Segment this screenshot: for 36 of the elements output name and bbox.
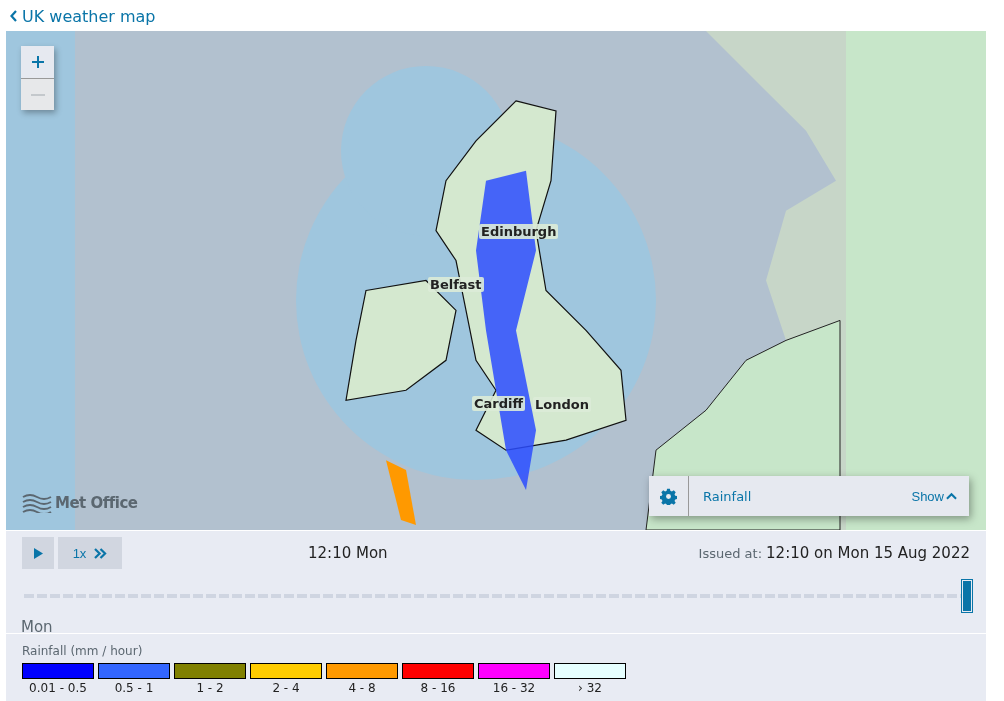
timeline-handle[interactable] <box>962 580 972 612</box>
day-label: Mon <box>21 618 53 636</box>
plus-icon <box>30 55 45 69</box>
legend-label: 4 - 8 <box>348 681 376 695</box>
play-button[interactable] <box>22 537 54 569</box>
zoom-in-button[interactable] <box>21 46 54 78</box>
legend-label: › 32 <box>578 681 602 695</box>
city-label: London <box>533 397 591 412</box>
layer-name: Rainfall <box>703 488 753 504</box>
issued-time: 12:10 on Mon 15 Aug 2022 <box>766 544 970 562</box>
legend-label: 8 - 16 <box>420 681 456 695</box>
minus-icon <box>30 93 45 96</box>
chevron-up-icon <box>946 492 957 500</box>
legend-label: 2 - 4 <box>272 681 300 695</box>
back-link[interactable]: UK weather map <box>10 5 156 27</box>
logo-text: Met Office <box>55 494 138 512</box>
legend-label: 0.01 - 0.5 <box>29 681 87 695</box>
chevron-left-icon <box>10 10 18 22</box>
settings-button[interactable] <box>649 476 689 516</box>
current-time: 12:10 Mon <box>308 544 388 562</box>
zoom-out-button[interactable] <box>21 78 54 110</box>
legend-label: 0.5 - 1 <box>114 681 154 695</box>
legend-label: 16 - 32 <box>492 681 536 695</box>
issued-label: Issued at: <box>698 546 763 561</box>
legend-title: Rainfall (mm / hour) <box>22 644 144 658</box>
city-label: Belfast <box>428 277 484 292</box>
play-icon <box>33 547 43 559</box>
show-button[interactable]: Show <box>911 488 957 504</box>
weather-map[interactable]: Edinburgh Belfast Cardiff London Met Office Rainfall Show <box>6 31 986 530</box>
waves-icon <box>22 493 52 513</box>
city-label: Cardiff <box>472 396 526 411</box>
city-label: Edinburgh <box>479 224 559 239</box>
legend-label: 1 - 2 <box>196 681 224 695</box>
double-chevron-right-icon <box>94 547 108 559</box>
speed-button[interactable]: 1x <box>58 537 122 569</box>
settings-icon <box>660 487 677 505</box>
